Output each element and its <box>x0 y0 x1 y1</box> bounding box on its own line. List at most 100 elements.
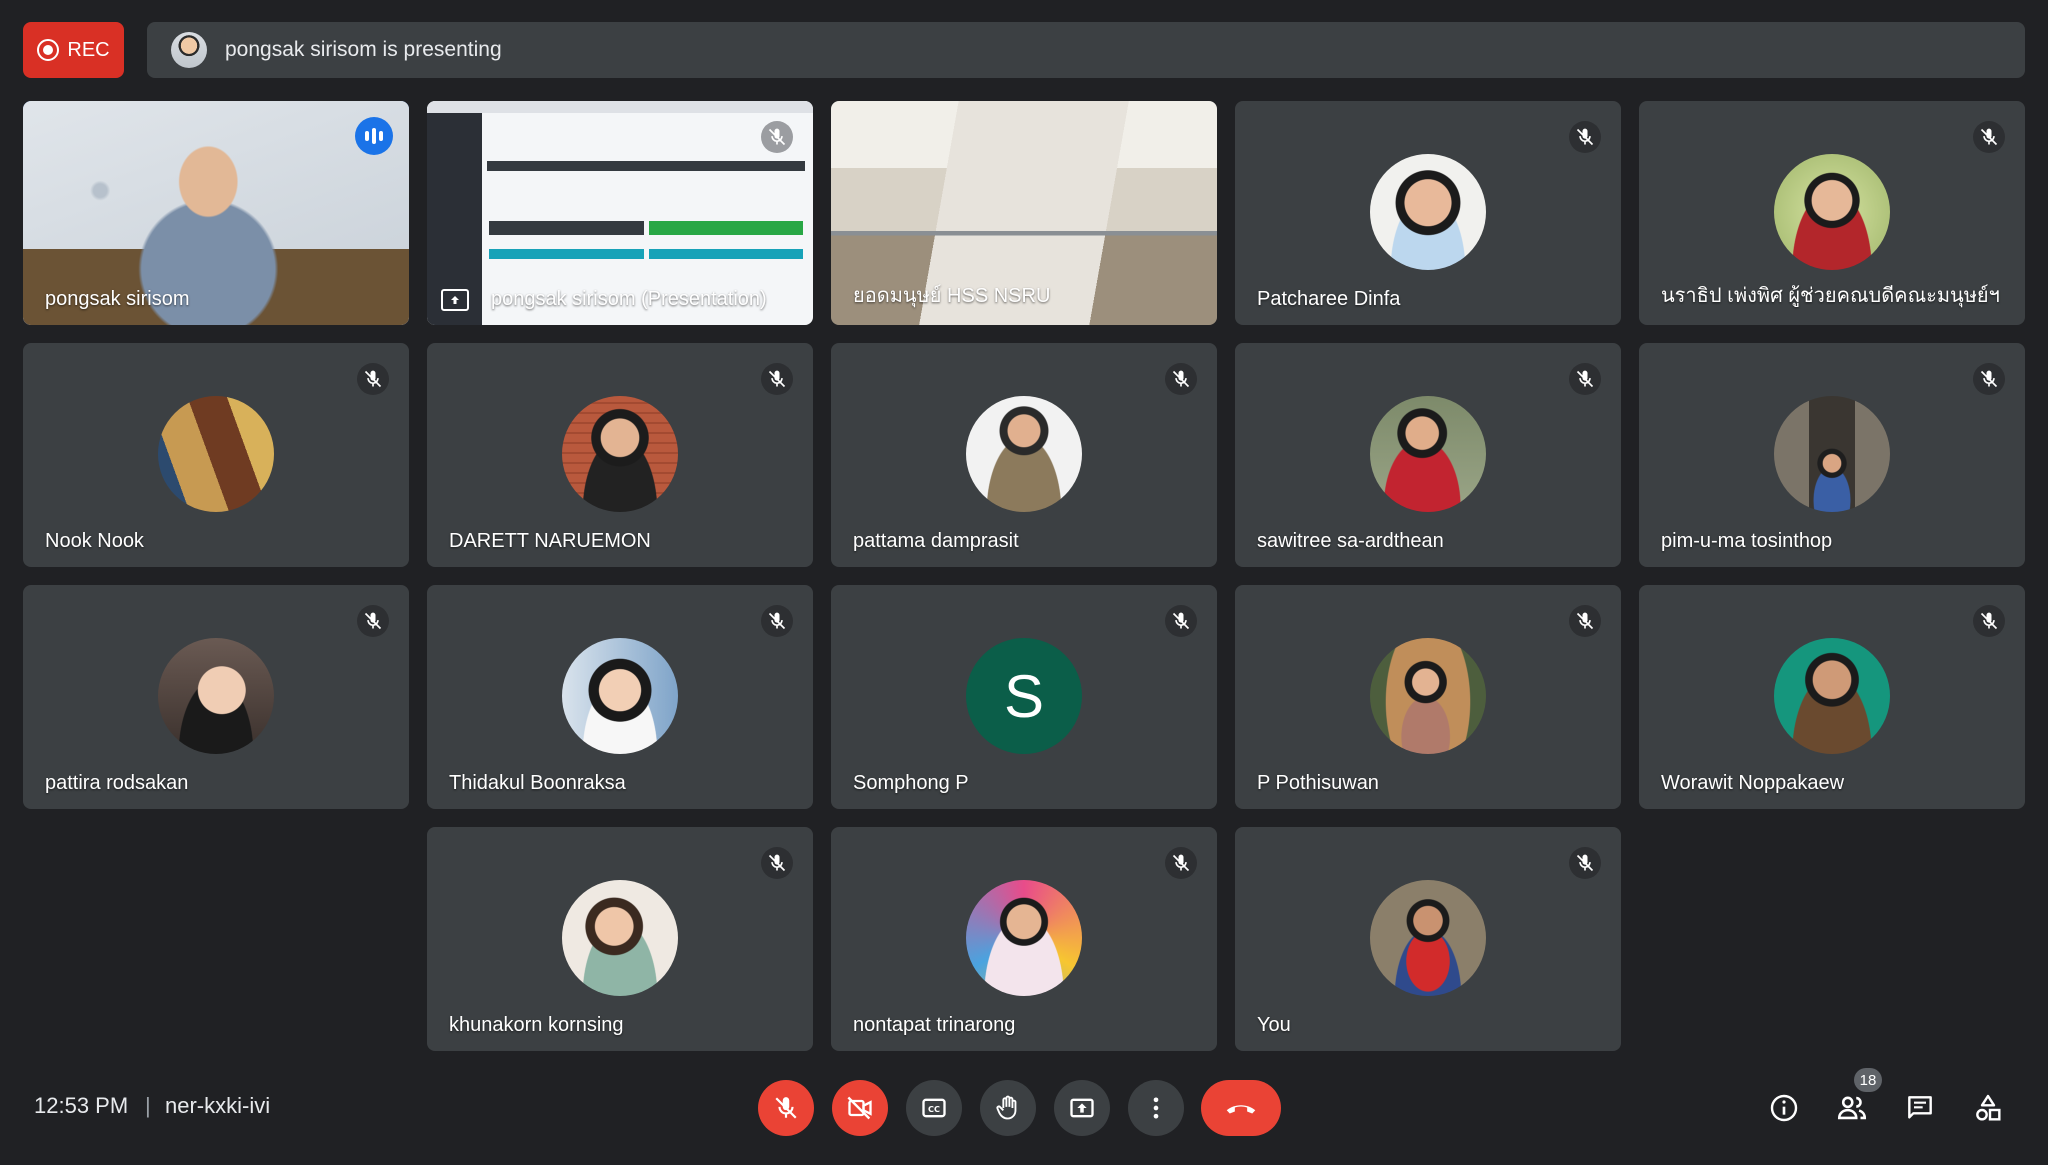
participant-avatar <box>1774 154 1890 270</box>
record-icon <box>37 39 60 61</box>
captions-icon: CC <box>922 1098 946 1118</box>
present-icon <box>1070 1098 1094 1118</box>
participants-button[interactable] <box>1832 1088 1872 1128</box>
mic-toggle-button[interactable] <box>758 1080 814 1136</box>
presenting-text: pongsak sirisom is presenting <box>225 38 502 61</box>
mic-off-icon <box>1569 363 1601 395</box>
chat-button[interactable] <box>1900 1088 1940 1128</box>
present-screen-icon <box>441 289 469 311</box>
participant-tile[interactable]: pongsak sirisom <box>23 101 409 325</box>
participant-avatar <box>158 396 274 512</box>
people-icon <box>1837 1096 1867 1120</box>
activities-icon <box>1976 1094 2001 1121</box>
participant-name: pim-u-ma tosinthop <box>1661 530 1833 552</box>
meeting-details-button[interactable] <box>1764 1088 1804 1128</box>
mic-off-icon <box>1973 121 2005 153</box>
participant-name: นราธิป เพ่งพิศ ผู้ช่วยคณบดีคณะมนุษย์ฯ <box>1661 285 2000 307</box>
participant-name: khunakorn kornsing <box>449 1014 624 1036</box>
participant-tile[interactable]: P Pothisuwan <box>1235 585 1621 809</box>
rec-label: REC <box>67 38 110 61</box>
participant-tile[interactable]: nontapat trinarong <box>831 827 1217 1051</box>
meeting-code[interactable]: ner-kxki-ivi <box>165 1093 270 1119</box>
participant-tile[interactable]: You <box>1235 827 1621 1051</box>
phone-hangup-icon <box>1226 1105 1256 1114</box>
mic-off-icon <box>1569 847 1601 879</box>
mic-off-icon <box>761 121 793 153</box>
participant-tile[interactable]: ยอดมนุษย์ HSS NSRU <box>831 101 1217 325</box>
footer-separator: | <box>145 1093 151 1118</box>
svg-text:CC: CC <box>928 1104 940 1114</box>
participant-avatar <box>1370 880 1486 996</box>
participant-tile[interactable]: khunakorn kornsing <box>427 827 813 1051</box>
participant-avatar <box>562 638 678 754</box>
chat-icon <box>1908 1096 1932 1119</box>
participants-count-badge: 18 <box>1854 1068 1882 1092</box>
meeting-time: 12:53 PM <box>34 1093 129 1118</box>
mic-off-icon <box>761 605 793 637</box>
more-vert-icon <box>1153 1097 1159 1119</box>
presenting-banner: pongsak sirisom is presenting <box>147 22 2025 78</box>
participant-avatar <box>562 396 678 512</box>
speaking-indicator-icon <box>355 117 393 155</box>
camera-toggle-button[interactable] <box>832 1080 888 1136</box>
camera-off-icon <box>847 1096 872 1120</box>
participant-tile[interactable]: Worawit Noppakaew <box>1639 585 2025 809</box>
participant-avatar <box>1370 638 1486 754</box>
participant-tile[interactable]: pim-u-ma tosinthop <box>1639 343 2025 567</box>
raise-hand-button[interactable] <box>980 1080 1036 1136</box>
captions-button[interactable]: CC <box>906 1080 962 1136</box>
participant-name: pongsak sirisom <box>45 288 190 310</box>
mic-off-icon <box>1973 605 2005 637</box>
mic-off-icon <box>1569 605 1601 637</box>
participant-avatar <box>966 880 1082 996</box>
participant-name: nontapat trinarong <box>853 1014 1016 1036</box>
mic-off-icon <box>761 847 793 879</box>
hand-icon <box>996 1095 1017 1120</box>
participant-tile[interactable]: Thidakul Boonraksa <box>427 585 813 809</box>
more-options-button[interactable] <box>1128 1080 1184 1136</box>
meet-window: REC pongsak sirisom is presenting pongsa… <box>0 0 2048 1165</box>
participant-tile[interactable]: Nook Nook <box>23 343 409 567</box>
mic-off-icon <box>357 363 389 395</box>
participant-tile[interactable]: S Somphong P <box>831 585 1217 809</box>
participant-avatar <box>1370 396 1486 512</box>
leave-call-button[interactable] <box>1201 1080 1281 1136</box>
mic-off-icon <box>357 605 389 637</box>
participant-tile[interactable]: นราธิป เพ่งพิศ ผู้ช่วยคณบดีคณะมนุษย์ฯ <box>1639 101 2025 325</box>
participant-avatar <box>1370 154 1486 270</box>
mic-off-icon <box>1569 121 1601 153</box>
participant-name: sawitree sa-ardthean <box>1257 530 1444 552</box>
participant-name: Thidakul Boonraksa <box>449 772 626 794</box>
participant-avatar <box>562 880 678 996</box>
participant-name: pattama damprasit <box>853 530 1019 552</box>
presenter-avatar <box>171 32 207 68</box>
participant-name: P Pothisuwan <box>1257 772 1379 794</box>
mic-off-icon <box>1973 363 2005 395</box>
mic-off-icon <box>775 1097 797 1119</box>
participant-name: pattira rodsakan <box>45 772 189 794</box>
participant-tile[interactable]: pattama damprasit <box>831 343 1217 567</box>
mic-off-icon <box>1165 847 1197 879</box>
info-icon <box>1770 1094 1798 1122</box>
participant-name: pongsak sirisom (Presentation) <box>491 288 767 310</box>
participant-name: Worawit Noppakaew <box>1661 772 1845 794</box>
recording-indicator[interactable]: REC <box>23 22 124 78</box>
present-now-button[interactable] <box>1054 1080 1110 1136</box>
participant-name: Somphong P <box>853 772 969 794</box>
mic-off-icon <box>1165 363 1197 395</box>
participant-avatar <box>1774 638 1890 754</box>
participant-avatar <box>158 638 274 754</box>
participant-name: Patcharee Dinfa <box>1257 288 1401 310</box>
participant-avatar <box>1774 396 1890 512</box>
presentation-tile[interactable]: pongsak sirisom (Presentation) <box>427 101 813 325</box>
participant-tile[interactable]: Patcharee Dinfa <box>1235 101 1621 325</box>
activities-button[interactable] <box>1968 1088 2008 1128</box>
participant-tile[interactable]: sawitree sa-ardthean <box>1235 343 1621 567</box>
participant-avatar-letter: S <box>966 638 1082 754</box>
participant-tile[interactable]: pattira rodsakan <box>23 585 409 809</box>
participant-name: Nook Nook <box>45 530 144 552</box>
participant-tile[interactable]: DARETT NARUEMON <box>427 343 813 567</box>
participant-name: ยอดมนุษย์ HSS NSRU <box>853 285 1051 307</box>
mic-off-icon <box>1165 605 1197 637</box>
participant-avatar <box>966 396 1082 512</box>
